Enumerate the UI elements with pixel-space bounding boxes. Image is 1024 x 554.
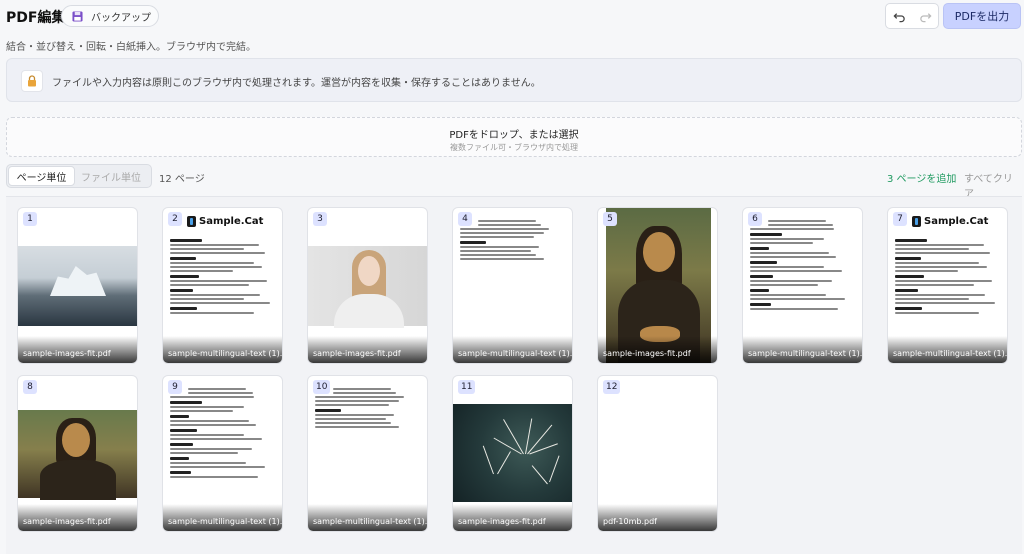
- page-file-name: sample-images-fit.pdf: [453, 504, 572, 531]
- page-text-preview: [315, 388, 420, 430]
- page-thumb[interactable]: 6 sample-multilingual-text (1).pdf: [742, 207, 863, 364]
- samplecat-logo: Sample.Cat: [187, 216, 263, 227]
- page-text-preview: [460, 220, 565, 262]
- page-file-name: sample-multilingual-text (1).pdf: [743, 336, 862, 363]
- export-pdf-button[interactable]: PDFを出力: [943, 3, 1021, 29]
- page-thumb[interactable]: 9 sample-multilingual-text (1).pdf: [162, 375, 283, 532]
- history-controls: [885, 3, 939, 29]
- page-thumb[interactable]: 4 sample-multilingual-text (1).pdf: [452, 207, 573, 364]
- page-file-name: sample-multilingual-text (1).pdf: [163, 504, 282, 531]
- page-text-preview: [170, 236, 275, 316]
- page-number-badge: 12: [603, 380, 621, 394]
- page-thumb[interactable]: 7 Sample.Cat sample-multilingual-text (1…: [887, 207, 1008, 364]
- samplecat-logo-text: Sample.Cat: [199, 216, 264, 227]
- page-thumb[interactable]: 8 sample-images-fit.pdf: [17, 375, 138, 532]
- page-file-name: sample-multilingual-text (1).pdf: [308, 504, 427, 531]
- page-file-name: sample-images-fit.pdf: [308, 336, 427, 363]
- pages-toolbar: ページ単位 ファイル単位 12 ページ 3 ページを追加 すべてクリア: [6, 164, 1022, 200]
- page-number-badge: 10: [313, 380, 331, 394]
- privacy-notice-text: ファイルや入力内容は原則このブラウザ内で処理されます。運営が内容を収集・保存する…: [52, 78, 541, 89]
- page-number-badge: 1: [23, 212, 37, 226]
- add-pages-link[interactable]: 3 ページを追加: [887, 170, 956, 185]
- page-file-name: sample-images-fit.pdf: [598, 336, 717, 363]
- page-number-badge: 2: [168, 212, 182, 226]
- page-file-name: sample-multilingual-text (1).pdf: [888, 336, 1007, 363]
- app-header: PDF編集 バックアップ PDFを出力: [0, 0, 1024, 34]
- save-icon: [72, 10, 83, 22]
- redo-icon[interactable]: [919, 10, 932, 23]
- page-subtitle: 結合・並び替え・回転・白紙挿入。ブラウザ内で完結。: [6, 42, 256, 53]
- page-thumb[interactable]: 10 sample-multilingual-text (1).pdf: [307, 375, 428, 532]
- page-text-preview: [750, 220, 855, 312]
- page-thumb[interactable]: 12 pdf-10mb.pdf: [597, 375, 718, 532]
- page-file-name: pdf-10mb.pdf: [598, 504, 717, 531]
- page-thumb[interactable]: 2 Sample.Cat sample-multilingual-text (1…: [162, 207, 283, 364]
- page-number-badge: 11: [458, 380, 476, 394]
- view-mode-toggle: ページ単位 ファイル単位: [6, 164, 152, 188]
- undo-icon[interactable]: [892, 10, 906, 23]
- page-text-preview: [170, 388, 275, 480]
- page-title: PDF編集: [6, 10, 66, 26]
- page-number-badge: 8: [23, 380, 37, 394]
- page-text-preview: [895, 236, 1000, 316]
- page-count: 12 ページ: [159, 174, 205, 185]
- page-thumb[interactable]: 5 sample-images-fit.pdf: [597, 207, 718, 364]
- lock-icon-box: [21, 70, 43, 92]
- tab-page-mode[interactable]: ページ単位: [8, 166, 75, 186]
- page-number-badge: 9: [168, 380, 182, 394]
- page-thumb[interactable]: 11 sample-images-fit.pdf: [452, 375, 573, 532]
- samplecat-logo: Sample.Cat: [912, 216, 988, 227]
- page-thumb[interactable]: 3 sample-images-fit.pdf: [307, 207, 428, 364]
- page-thumb[interactable]: 1 sample-images-fit.pdf: [17, 207, 138, 364]
- samplecat-logo-text: Sample.Cat: [924, 216, 989, 227]
- page-image: [453, 404, 572, 502]
- backup-label: バックアップ: [91, 12, 151, 24]
- page-number-badge: 6: [748, 212, 762, 226]
- dropzone-subtitle: 複数ファイル可・ブラウザ内で処理: [450, 143, 578, 152]
- dropzone-title: PDFをドロップ、または選択: [449, 130, 579, 141]
- tab-file-mode[interactable]: ファイル単位: [75, 166, 147, 186]
- backup-button[interactable]: バックアップ: [61, 5, 159, 27]
- page-image: [18, 246, 137, 326]
- page-number-badge: 4: [458, 212, 472, 226]
- page-grid: 1 sample-images-fit.pdf 2 Sample.Cat sam…: [6, 196, 1022, 554]
- page-number-badge: 5: [603, 212, 617, 226]
- page-file-name: sample-multilingual-text (1).pdf: [453, 336, 572, 363]
- page-image: [308, 246, 427, 328]
- pdf-dropzone[interactable]: PDFをドロップ、または選択 複数ファイル可・ブラウザ内で処理: [6, 117, 1022, 157]
- page-number-badge: 7: [893, 212, 907, 226]
- lock-icon: [28, 75, 36, 87]
- privacy-notice: ファイルや入力内容は原則このブラウザ内で処理されます。運営が内容を収集・保存する…: [6, 58, 1022, 102]
- page-number-badge: 3: [313, 212, 327, 226]
- page-file-name: sample-images-fit.pdf: [18, 336, 137, 363]
- page-image: [18, 410, 137, 500]
- page-file-name: sample-multilingual-text (1).pdf: [163, 336, 282, 363]
- page-file-name: sample-images-fit.pdf: [18, 504, 137, 531]
